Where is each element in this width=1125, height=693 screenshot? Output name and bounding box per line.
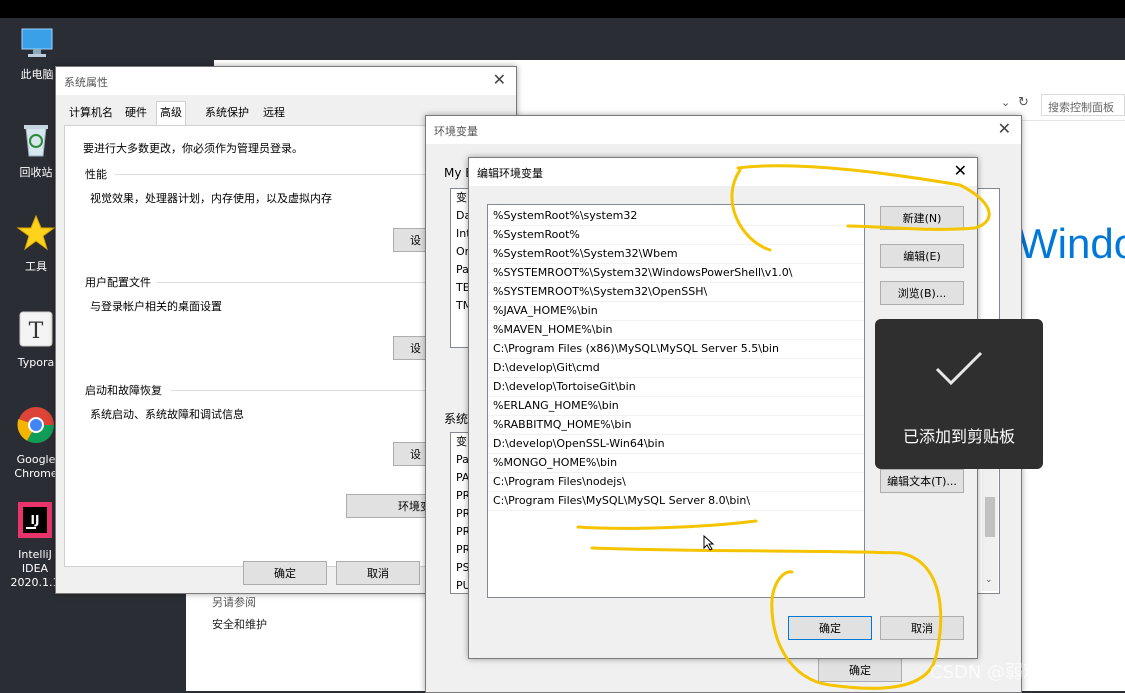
title-bar: 环境变量 ✕ (426, 116, 1021, 144)
windows-logo-text: Windo (1018, 220, 1125, 267)
startup-recovery-description: 系统启动、系统故障和调试信息 (90, 408, 244, 421)
tab-remote[interactable]: 远程 (260, 103, 288, 123)
edit-text-button[interactable]: 编辑文本(T)... (880, 469, 964, 493)
performance-group-label: 性能 (85, 168, 107, 181)
system-variables-label: 系统 (444, 412, 469, 426)
title-bar: 系统属性 ✕ (56, 67, 516, 95)
path-entry[interactable]: D:\develop\OpenSSL-Win64\bin (488, 435, 864, 454)
cancel-button[interactable]: 取消 (336, 561, 420, 585)
ok-button[interactable]: 确定 (788, 616, 872, 640)
browse-button[interactable]: 浏览(B)... (880, 281, 964, 305)
window-title: 环境变量 (434, 125, 478, 138)
path-entry[interactable]: %MONGO_HOME%\bin (488, 454, 864, 473)
close-icon[interactable]: ✕ (998, 120, 1011, 138)
user-profile-description: 与登录帐户相关的桌面设置 (90, 300, 222, 313)
ok-button[interactable]: 确定 (818, 658, 902, 682)
path-entry[interactable]: %SYSTEMROOT%\System32\OpenSSH\ (488, 283, 864, 302)
path-entry[interactable]: %ERLANG_HOME%\bin (488, 397, 864, 416)
ok-button[interactable]: 确定 (243, 561, 327, 585)
tab-computer-name[interactable]: 计算机名 (66, 103, 116, 123)
mouse-cursor-icon (703, 534, 715, 554)
tab-hardware[interactable]: 硬件 (122, 103, 150, 123)
tab-system-protection[interactable]: 系统保护 (202, 103, 252, 123)
title-bar: 编辑环境变量 ✕ (469, 158, 977, 186)
toast-message: 已添加到剪贴板 (902, 427, 1015, 446)
path-entry[interactable]: %RABBITMQ_HOME%\bin (488, 416, 864, 435)
close-icon[interactable]: ✕ (493, 71, 506, 89)
user-profile-group-label: 用户配置文件 (85, 276, 151, 289)
path-entry[interactable]: D:\develop\Git\cmd (488, 359, 864, 378)
svg-text:IJ: IJ (31, 513, 40, 527)
path-entry[interactable]: C:\Program Files (x86)\MySQL\MySQL Serve… (488, 340, 864, 359)
path-entry[interactable]: %SystemRoot%\system32 (488, 207, 864, 226)
chevron-down-icon[interactable]: ⌄ (1001, 96, 1010, 109)
search-placeholder: 搜索控制面板 (1048, 101, 1114, 114)
svg-text:T: T (29, 319, 44, 344)
path-entry[interactable]: %JAVA_HOME%\bin (488, 302, 864, 321)
scrollbar-thumb[interactable] (985, 497, 995, 537)
search-input[interactable]: 搜索控制面板 (1041, 94, 1125, 116)
path-entry[interactable]: C:\Program Files\nodejs\ (488, 473, 864, 492)
path-entry[interactable]: D:\develop\TortoiseGit\bin (488, 378, 864, 397)
checkmark-icon (933, 349, 985, 392)
path-entry[interactable]: C:\Program Files\MySQL\MySQL Server 8.0\… (488, 492, 864, 511)
top-black-bar (0, 0, 1125, 18)
window-title: 系统属性 (64, 76, 108, 89)
watermark: CSDN @弱鸡在进步 (930, 662, 1096, 683)
edit-button[interactable]: 编辑(E) (880, 244, 964, 268)
path-entries-list[interactable]: %SystemRoot%\system32 %SystemRoot% %System… (487, 204, 865, 598)
path-entry[interactable]: %MAVEN_HOME%\bin (488, 321, 864, 340)
startup-recovery-group-label: 启动和故障恢复 (85, 384, 162, 397)
new-button[interactable]: 新建(N) (880, 206, 964, 230)
close-icon[interactable]: ✕ (954, 162, 967, 180)
performance-description: 视觉效果，处理器计划，内存使用，以及虚拟内存 (90, 192, 332, 205)
cancel-button[interactable]: 取消 (880, 616, 964, 640)
admin-note: 要进行大多数更改，你必须作为管理员登录。 (83, 142, 303, 155)
clipboard-toast: 已添加到剪贴板 (875, 319, 1043, 469)
window-title: 编辑环境变量 (477, 167, 543, 180)
see-also-label: 另请参阅 (212, 596, 256, 609)
security-maintenance-link[interactable]: 安全和维护 (212, 616, 267, 632)
path-entry[interactable]: %SYSTEMROOT%\System32\WindowsPowerShell\… (488, 264, 864, 283)
path-entry[interactable]: %SystemRoot%\System32\Wbem (488, 245, 864, 264)
refresh-icon[interactable]: ↻ (1018, 95, 1029, 110)
computer-icon (2, 26, 72, 64)
chevron-down-icon[interactable]: ⌄ (985, 575, 993, 585)
path-entry[interactable]: %SystemRoot% (488, 226, 864, 245)
tab-advanced[interactable]: 高级 (156, 101, 186, 126)
